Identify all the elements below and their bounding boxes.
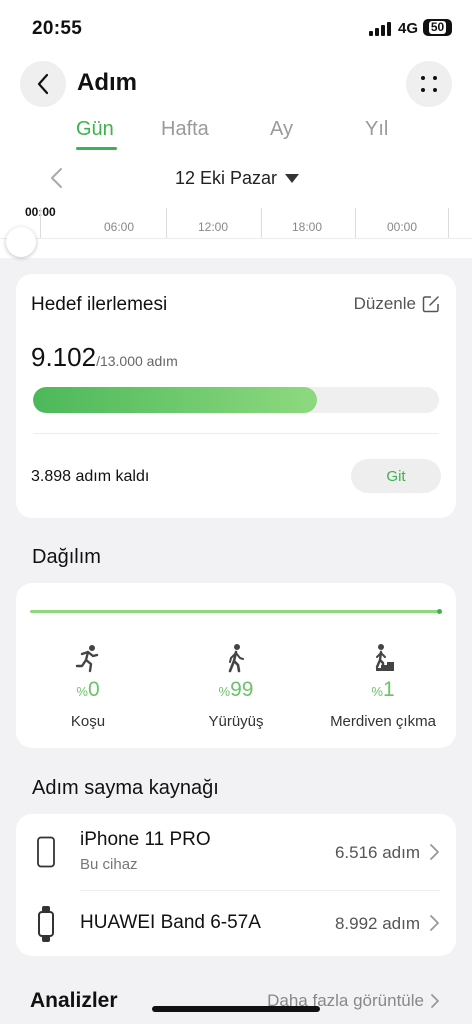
- distribution-card: %0 Koşu %99 Yürüyüş %1 Merdiven çıkma: [16, 583, 456, 748]
- walking-icon: [228, 644, 244, 673]
- stairs-percent: %1: [313, 678, 453, 702]
- timeline-tick: [355, 208, 356, 238]
- timeline-label: 00:00: [387, 220, 418, 234]
- chevron-left-icon[interactable]: [46, 165, 68, 191]
- page-title: Adım: [77, 69, 137, 96]
- goal-progress-fill: [33, 387, 318, 413]
- date-selector: 12 Eki Pazar: [0, 160, 472, 196]
- battery-level: 50: [428, 20, 447, 34]
- goal-title: Hedef ilerlemesi: [31, 294, 168, 315]
- date-label[interactable]: 12 Eki Pazar: [175, 168, 277, 189]
- timeline: 00:00 06:00 12:00 18:00 00:00: [0, 200, 472, 258]
- distribution-bar-end: [437, 609, 442, 614]
- timeline-tick: [448, 208, 449, 238]
- dots-grid-icon: [421, 76, 437, 92]
- current-steps: 9.102: [31, 342, 97, 372]
- running-label: Koşu: [70, 713, 106, 730]
- chevron-left-icon: [37, 73, 49, 95]
- phone-icon: [37, 836, 55, 868]
- source-subtitle: Bu cihaz: [80, 856, 138, 873]
- running-value: 0: [87, 678, 100, 701]
- status-bar: 20:55 4G 50: [0, 0, 472, 58]
- divider: [33, 433, 439, 434]
- edit-icon: [422, 296, 439, 313]
- distribution-bar: [30, 610, 440, 613]
- distribution-running: %0 Koşu: [18, 643, 158, 733]
- source-row-iphone[interactable]: iPhone 11 PRO Bu cihaz 6.516 adım: [16, 814, 456, 884]
- remaining-steps: 3.898 adım kaldı: [31, 468, 150, 485]
- tab-indicator: [76, 147, 117, 150]
- walking-label: Yürüyüş: [208, 713, 264, 730]
- tab-year[interactable]: Yıl: [365, 118, 388, 141]
- tab-day[interactable]: Gün: [76, 118, 114, 141]
- sources-card: iPhone 11 PRO Bu cihaz 6.516 adım HUAWEI…: [16, 814, 456, 956]
- edit-button[interactable]: Düzenle: [354, 294, 440, 314]
- goal-value: 9.102/13.000 adım: [31, 342, 178, 373]
- stairs-value: 1: [382, 678, 395, 701]
- signal-icon: [369, 22, 393, 36]
- source-count: 8.992 adım: [334, 914, 420, 933]
- network-type: 4G: [398, 20, 419, 37]
- home-indicator[interactable]: [152, 1006, 320, 1012]
- caret-down-icon[interactable]: [285, 174, 299, 183]
- source-name: iPhone 11 PRO: [80, 829, 211, 850]
- band-icon: [38, 906, 54, 942]
- target-steps: /13.000 adım: [96, 353, 178, 369]
- goal-progress-bar: [33, 387, 439, 413]
- source-row-band[interactable]: HUAWEI Band 6-57A 8.992 adım: [16, 890, 456, 960]
- timeline-label: 06:00: [104, 220, 135, 234]
- walking-value: 99: [230, 678, 254, 701]
- status-time: 20:55: [32, 18, 83, 39]
- timeline-tick: [261, 208, 262, 238]
- goal-card: Hedef ilerlemesi Düzenle 9.102/13.000 ad…: [16, 274, 456, 518]
- timeline-label: 12:00: [198, 220, 229, 234]
- analysis-title: Analizler: [30, 989, 118, 1012]
- source-count: 6.516 adım: [334, 843, 420, 862]
- timeline-tick: [40, 208, 41, 238]
- sources-title: Adım sayma kaynağı: [32, 777, 219, 799]
- timeline-handle[interactable]: [6, 227, 36, 257]
- more-options-button[interactable]: [406, 61, 452, 107]
- walking-percent: %99: [166, 678, 306, 702]
- stairs-icon: [371, 644, 394, 671]
- percent-sign: %: [76, 684, 88, 699]
- chevron-right-icon: [430, 915, 439, 931]
- stairs-label: Merdiven çıkma: [330, 713, 436, 730]
- go-button[interactable]: Git: [351, 459, 441, 493]
- edit-label: Düzenle: [353, 294, 416, 313]
- chevron-right-icon: [431, 994, 439, 1008]
- tab-week[interactable]: Hafta: [161, 118, 209, 141]
- percent-sign: %: [218, 684, 231, 699]
- distribution-title: Dağılım: [32, 546, 101, 568]
- percent-sign: %: [371, 684, 383, 699]
- distribution-walking: %99 Yürüyüş: [166, 643, 306, 733]
- timeline-label: 18:00: [292, 220, 323, 234]
- battery-icon: 50: [423, 19, 452, 36]
- tab-month[interactable]: Ay: [270, 118, 293, 141]
- back-button[interactable]: [20, 61, 66, 107]
- period-tabs: Gün Hafta Ay Yıl: [0, 116, 472, 152]
- running-icon: [75, 645, 99, 673]
- distribution-stairs: %1 Merdiven çıkma: [313, 643, 453, 733]
- timeline-axis: [0, 238, 472, 239]
- chevron-right-icon: [430, 844, 439, 860]
- source-name: HUAWEI Band 6-57A: [80, 912, 261, 933]
- running-percent: %0: [18, 678, 158, 702]
- timeline-tick: [166, 208, 167, 238]
